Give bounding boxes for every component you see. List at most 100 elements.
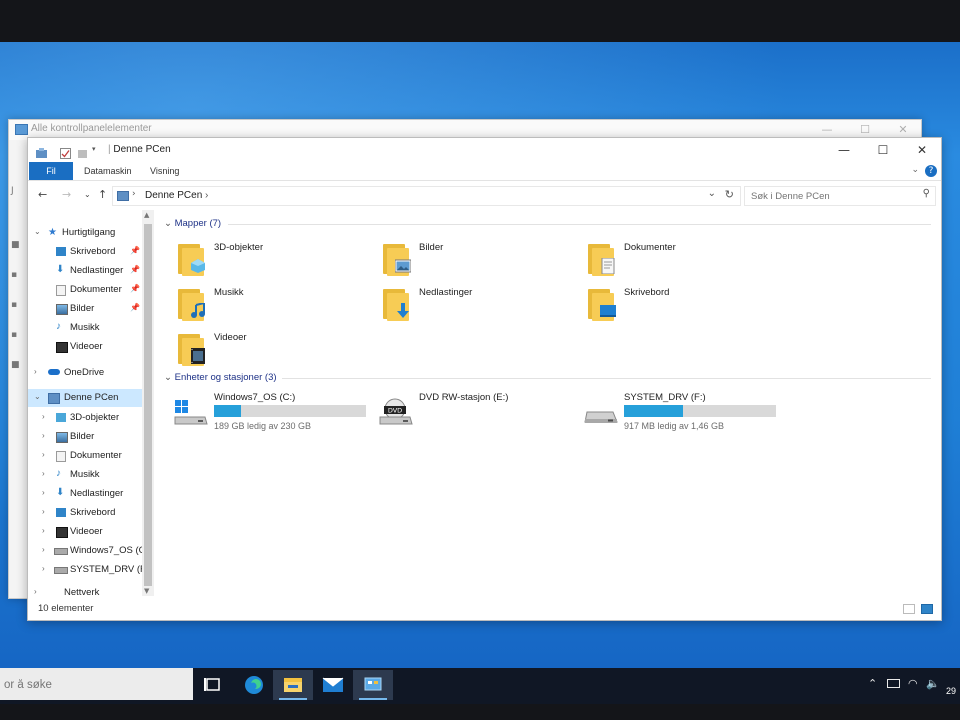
- nav-scrollbar[interactable]: ▲ ▼: [142, 210, 154, 596]
- expand-chevron-icon[interactable]: ›: [42, 545, 50, 554]
- tab-fil[interactable]: Fil: [29, 162, 73, 180]
- drive-item[interactable]: SYSTEM_DRV (F:) 917 MB ledig av 1,46 GB: [584, 392, 784, 436]
- details-view-icon[interactable]: [903, 604, 915, 614]
- customize-qat-icon[interactable]: ▾: [92, 145, 103, 156]
- show-hidden-icons-icon[interactable]: ⌃: [868, 677, 877, 690]
- nav-quick-item[interactable]: Videoer: [28, 338, 142, 356]
- nav-network[interactable]: › Nettverk: [28, 584, 142, 596]
- taskbar-search[interactable]: [0, 668, 193, 700]
- close-icon[interactable]: ✕: [905, 140, 939, 160]
- expand-chevron-icon[interactable]: ›: [42, 431, 50, 440]
- task-view-button[interactable]: [193, 670, 233, 700]
- pin-icon[interactable]: 📌: [130, 265, 140, 274]
- large-icons-view-icon[interactable]: [921, 604, 933, 614]
- nav-pc-item[interactable]: › Windows7_OS (C: [28, 542, 142, 560]
- pin-icon[interactable]: 📌: [130, 284, 140, 293]
- breadcrumb-this-pc[interactable]: Denne PCen: [145, 190, 202, 201]
- address-bar[interactable]: › Denne PCen › ⌄ ↻: [112, 186, 741, 206]
- folder-item[interactable]: Musikk: [176, 283, 376, 325]
- network-icon[interactable]: ◠: [908, 677, 918, 690]
- expand-chevron-icon[interactable]: ›: [42, 450, 50, 459]
- folder-item[interactable]: Nedlastinger: [381, 283, 581, 325]
- expand-chevron-icon[interactable]: ›: [42, 469, 50, 478]
- scrollbar-thumb[interactable]: [144, 224, 152, 586]
- maximize-icon[interactable]: ☐: [855, 122, 875, 138]
- pin-icon[interactable]: 📌: [130, 303, 140, 312]
- nav-quick-item[interactable]: ⬇ Nedlastinger 📌: [28, 262, 142, 280]
- clock[interactable]: 29: [946, 686, 956, 696]
- nav-pc-item[interactable]: › Videoer: [28, 523, 142, 541]
- search-icon[interactable]: ⚲: [923, 188, 930, 199]
- nav-pc-item[interactable]: › ♪ Musikk: [28, 466, 142, 484]
- group-divider: [228, 224, 931, 225]
- expand-chevron-icon[interactable]: ›: [42, 507, 50, 516]
- expand-chevron-icon[interactable]: ›: [42, 412, 50, 421]
- expand-chevron-icon[interactable]: ›: [42, 564, 50, 573]
- control-panel-item-icon: ▪: [11, 330, 18, 340]
- file-explorer-window[interactable]: ▾ | Denne PCen — ☐ ✕ Fil Datamaskin Visn…: [27, 137, 942, 621]
- nav-pc-item[interactable]: › ⬇ Nedlastinger: [28, 485, 142, 503]
- drive-item[interactable]: DVD DVD RW-stasjon (E:): [379, 392, 579, 436]
- properties-icon[interactable]: [60, 144, 71, 159]
- title-bar[interactable]: ▾ | Denne PCen — ☐ ✕: [28, 138, 941, 162]
- this-pc-icon: [48, 393, 60, 404]
- address-dropdown-icon[interactable]: ⌄: [708, 188, 716, 199]
- recent-locations-icon[interactable]: ⌄: [84, 190, 91, 199]
- nav-quick-item[interactable]: ♪ Musikk: [28, 319, 142, 337]
- up-icon[interactable]: ↑: [98, 188, 107, 201]
- control-panel-button[interactable]: [353, 670, 393, 700]
- devices-group-header[interactable]: ⌄ Enheter og stasjoner (3): [164, 372, 277, 383]
- folder-item[interactable]: Skrivebord: [586, 283, 786, 325]
- edge-button[interactable]: [234, 670, 274, 700]
- taskbar-search-input[interactable]: [2, 676, 191, 694]
- scroll-up-icon[interactable]: ▲: [144, 211, 149, 219]
- back-icon[interactable]: ←: [38, 188, 47, 201]
- folder-item[interactable]: Dokumenter: [586, 238, 786, 280]
- nav-pc-item[interactable]: › Dokumenter: [28, 447, 142, 465]
- expand-chevron-icon[interactable]: ›: [42, 526, 50, 535]
- forward-icon[interactable]: →: [62, 188, 71, 201]
- nav-onedrive[interactable]: › OneDrive: [28, 364, 142, 382]
- help-icon[interactable]: ?: [925, 165, 937, 177]
- nav-quick-item[interactable]: Bilder 📌: [28, 300, 142, 318]
- expand-chevron-icon[interactable]: ›: [42, 488, 50, 497]
- collapse-chevron-icon[interactable]: ⌄: [34, 392, 42, 401]
- nav-quick-item[interactable]: Skrivebord 📌: [28, 243, 142, 261]
- nav-this-pc[interactable]: ⌄ Denne PCen: [28, 389, 142, 407]
- this-pc-icon: [117, 191, 129, 201]
- breadcrumb-chevron-icon[interactable]: ›: [132, 189, 136, 199]
- expand-chevron-icon[interactable]: ›: [34, 367, 42, 376]
- tab-visning[interactable]: Visning: [150, 162, 179, 180]
- drive-usage-fill: [214, 405, 242, 417]
- folder-item[interactable]: Bilder: [381, 238, 581, 280]
- new-folder-icon[interactable]: [77, 144, 88, 158]
- folder-item[interactable]: Videoer: [176, 328, 376, 370]
- drive-item[interactable]: Windows7_OS (C:) 189 GB ledig av 230 GB: [174, 392, 374, 436]
- ribbon-expand-icon[interactable]: ⌄: [911, 165, 919, 175]
- close-icon[interactable]: ✕: [893, 122, 913, 138]
- nav-pc-item[interactable]: › 3D-objekter: [28, 409, 142, 427]
- pin-icon[interactable]: 📌: [130, 246, 140, 255]
- refresh-icon[interactable]: ↻: [725, 188, 734, 201]
- folders-group-header[interactable]: ⌄ Mapper (7): [164, 218, 221, 229]
- mail-button[interactable]: [313, 670, 353, 700]
- nav-pc-item[interactable]: › Bilder: [28, 428, 142, 446]
- scroll-down-icon[interactable]: ▼: [144, 587, 149, 595]
- nav-pc-item[interactable]: › Skrivebord: [28, 504, 142, 522]
- battery-icon[interactable]: [887, 679, 900, 688]
- nav-quick-item[interactable]: Dokumenter 📌: [28, 281, 142, 299]
- expand-chevron-icon[interactable]: ›: [34, 587, 42, 596]
- tab-datamaskin[interactable]: Datamaskin: [84, 162, 132, 180]
- file-explorer-button[interactable]: [273, 670, 313, 700]
- volume-icon[interactable]: 🔈: [926, 677, 940, 690]
- search-box[interactable]: ⚲: [744, 186, 936, 206]
- minimize-icon[interactable]: —: [827, 140, 861, 160]
- dvd-drive-icon: DVD: [379, 398, 413, 425]
- minimize-icon[interactable]: —: [817, 122, 837, 138]
- collapse-chevron-icon[interactable]: ⌄: [34, 227, 42, 236]
- maximize-icon[interactable]: ☐: [866, 140, 900, 160]
- search-input[interactable]: [749, 188, 903, 204]
- folder-item[interactable]: 3D-objekter: [176, 238, 376, 280]
- nav-pc-item[interactable]: › SYSTEM_DRV (F:: [28, 561, 142, 579]
- nav-quick-access[interactable]: ⌄ ★ Hurtigtilgang: [28, 224, 142, 242]
